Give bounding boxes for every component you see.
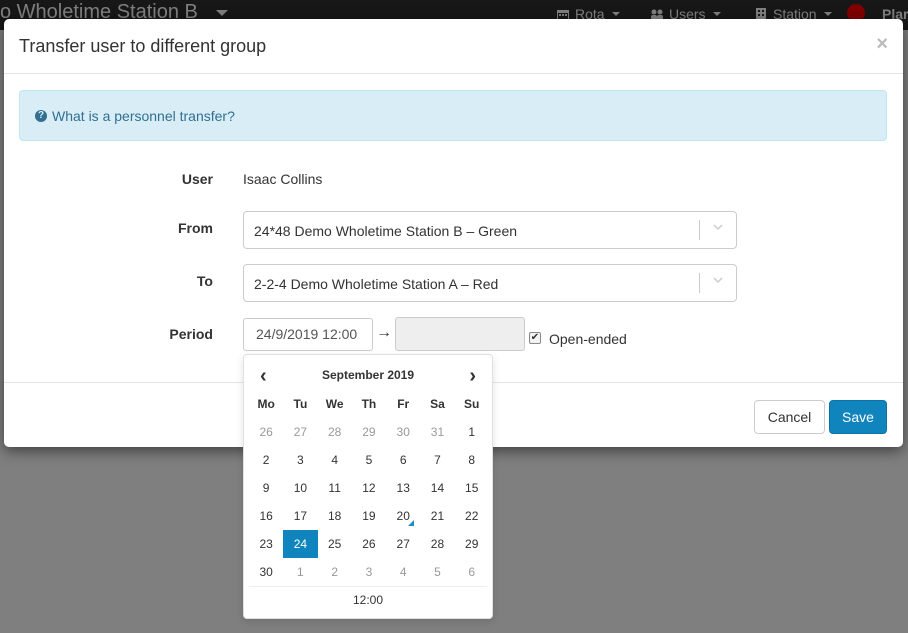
day-cell[interactable]: 31 xyxy=(420,418,454,446)
day-cell[interactable]: 20 xyxy=(386,502,420,530)
save-button[interactable]: Save xyxy=(829,400,887,434)
day-cell-selected[interactable]: 24 xyxy=(283,530,318,558)
day-cell[interactable]: 28 xyxy=(420,530,454,558)
cancel-button[interactable]: Cancel xyxy=(754,400,825,434)
day-cell[interactable]: 1 xyxy=(283,558,317,586)
datepicker: ‹ September 2019 › Mo Tu We Th Fr Sa Su 26 27 28 2… xyxy=(243,354,493,619)
day-cell[interactable]: 26 xyxy=(352,530,386,558)
to-select-value: 2-2-4 Demo Wholetime Station A – Red xyxy=(254,276,499,292)
personnel-transfer-help-link[interactable]: ? What is a personnel transfer? xyxy=(35,108,235,124)
day-cell[interactable]: 25 xyxy=(318,530,352,558)
info-alert: ? What is a personnel transfer? xyxy=(19,90,887,141)
modal-header: Transfer user to different group × xyxy=(4,19,903,74)
period-end-input[interactable] xyxy=(395,317,525,351)
day-cell[interactable]: 8 xyxy=(455,446,489,474)
day-cell[interactable]: 15 xyxy=(455,474,489,502)
day-cell[interactable]: 23 xyxy=(249,530,283,558)
day-cell[interactable]: 26 xyxy=(249,418,283,446)
open-ended-checkbox[interactable]: ✔ xyxy=(529,332,541,344)
day-cell[interactable]: 17 xyxy=(283,502,317,530)
day-cell[interactable]: 9 xyxy=(249,474,283,502)
from-label: From xyxy=(178,220,213,236)
weekday-label: Tu xyxy=(293,397,308,411)
day-cell[interactable]: 6 xyxy=(386,446,420,474)
period-label: Period xyxy=(169,326,213,342)
close-button[interactable]: × xyxy=(876,33,888,56)
day-cell[interactable]: 13 xyxy=(386,474,420,502)
from-select-value: 24*48 Demo Wholetime Station B – Green xyxy=(254,223,518,239)
day-cell[interactable]: 29 xyxy=(352,418,386,446)
user-label: User xyxy=(181,171,213,187)
day-cell[interactable]: 29 xyxy=(455,530,489,558)
day-cell[interactable]: 11 xyxy=(318,474,352,502)
day-cell[interactable]: 18 xyxy=(318,502,352,530)
next-month-button[interactable]: › xyxy=(469,365,476,388)
chevron-down-icon xyxy=(713,277,723,284)
day-cell[interactable]: 30 xyxy=(386,418,420,446)
weekday-label: We xyxy=(325,397,344,411)
day-cell[interactable]: 19 xyxy=(352,502,386,530)
day-cell[interactable]: 4 xyxy=(318,446,352,474)
day-cell[interactable]: 12 xyxy=(352,474,386,502)
day-cell[interactable]: 4 xyxy=(386,558,420,586)
weekday-label: Th xyxy=(361,397,377,411)
day-cell[interactable]: 2 xyxy=(249,446,283,474)
to-label: To xyxy=(196,273,213,289)
day-cell[interactable]: 10 xyxy=(283,474,317,502)
from-select[interactable]: 24*48 Demo Wholetime Station B – Green xyxy=(243,211,737,249)
day-cell[interactable]: 3 xyxy=(283,446,317,474)
week-row: 26 27 28 29 30 31 1 xyxy=(249,418,489,446)
day-cell[interactable]: 30 xyxy=(249,558,283,586)
day-cell[interactable]: 3 xyxy=(352,558,386,586)
weekday-label: Sa xyxy=(430,397,445,411)
question-circle-icon: ? xyxy=(35,110,47,122)
weekday-label: Fr xyxy=(397,397,410,411)
day-cell[interactable]: 7 xyxy=(420,446,454,474)
chevron-down-icon xyxy=(713,224,723,231)
arrow-right-icon: → xyxy=(376,324,392,341)
day-cell[interactable]: 16 xyxy=(249,502,283,530)
week-row: 16 17 18 19 20 21 22 xyxy=(249,502,489,530)
to-select[interactable]: 2-2-4 Demo Wholetime Station A – Red xyxy=(243,264,737,302)
open-ended-label[interactable]: Open-ended xyxy=(549,331,627,347)
week-row: 23 24 25 26 27 28 29 xyxy=(249,530,489,558)
day-cell[interactable]: 5 xyxy=(420,558,454,586)
day-cell[interactable]: 27 xyxy=(386,530,420,558)
modal-title: Transfer user to different group xyxy=(19,36,267,56)
weekday-label: Mo xyxy=(257,397,275,411)
weekday-label: Su xyxy=(464,397,480,411)
datepicker-grid: Mo Tu We Th Fr Sa Su 26 27 28 29 30 31 1 2 3 4 5 6 7 8 9 10 11 1… xyxy=(249,390,489,586)
week-row: 9 10 11 12 13 14 15 xyxy=(249,474,489,502)
day-cell[interactable]: 2 xyxy=(318,558,352,586)
user-value: Isaac Collins xyxy=(243,171,323,187)
day-cell[interactable]: 14 xyxy=(420,474,454,502)
week-row: 30 1 2 3 4 5 6 xyxy=(249,558,489,586)
day-cell[interactable]: 28 xyxy=(318,418,352,446)
day-cell[interactable]: 5 xyxy=(352,446,386,474)
day-cell[interactable]: 1 xyxy=(455,418,489,446)
day-cell[interactable]: 21 xyxy=(420,502,454,530)
day-cell[interactable]: 22 xyxy=(455,502,489,530)
weekday-header: Mo Tu We Th Fr Sa Su xyxy=(249,390,489,418)
week-row: 2345678 xyxy=(249,446,489,474)
period-start-input[interactable]: 24/9/2019 12:00 xyxy=(243,318,373,351)
day-cell[interactable]: 6 xyxy=(455,558,489,586)
datepicker-month-label[interactable]: September 2019 xyxy=(244,368,492,382)
datepicker-time[interactable]: 12:00 xyxy=(244,593,492,607)
day-cell[interactable]: 27 xyxy=(283,418,317,446)
